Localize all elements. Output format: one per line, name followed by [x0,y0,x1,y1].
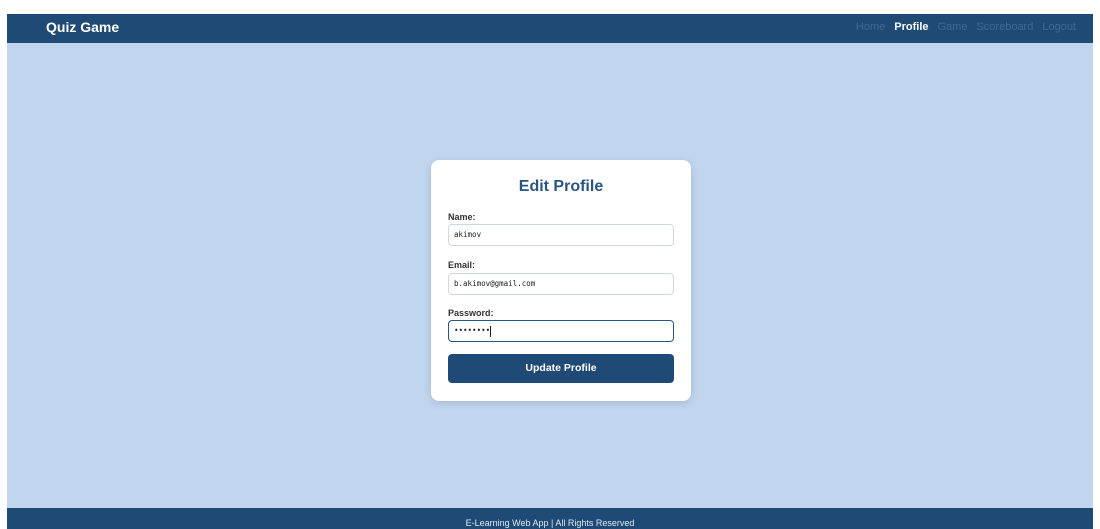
nav-link-logout[interactable]: Logout [1042,21,1076,33]
text-caret [490,325,492,337]
email-label: Email: [448,260,476,270]
app-frame: Quiz Game Home Profile Game Scoreboard L… [7,14,1093,529]
brand-title[interactable]: Quiz Game [46,19,119,35]
password-label: Password: [448,308,494,318]
nav-link-home[interactable]: Home [856,21,885,33]
navbar: Quiz Game Home Profile Game Scoreboard L… [7,14,1093,43]
email-input[interactable]: b.akimov@gmail.com [448,273,674,295]
name-label: Name: [448,212,476,222]
nav-link-profile[interactable]: Profile [894,21,928,33]
edit-profile-card: Edit Profile Name: akimov Email: b.akimo… [431,160,691,401]
nav-link-game[interactable]: Game [938,21,968,33]
form-title: Edit Profile [518,178,604,195]
nav-link-scoreboard[interactable]: Scoreboard [976,21,1033,33]
update-profile-button[interactable]: Update Profile [448,354,674,383]
footer: E-Learning Web App | All Rights Reserved [7,508,1093,529]
footer-text: E-Learning Web App | All Rights Reserved [465,518,635,528]
nav-links: Home Profile Game Scoreboard Logout [856,21,1076,33]
name-input[interactable]: akimov [448,224,674,246]
password-input[interactable]: •••••••• [448,320,674,342]
password-value: •••••••• [454,326,491,335]
